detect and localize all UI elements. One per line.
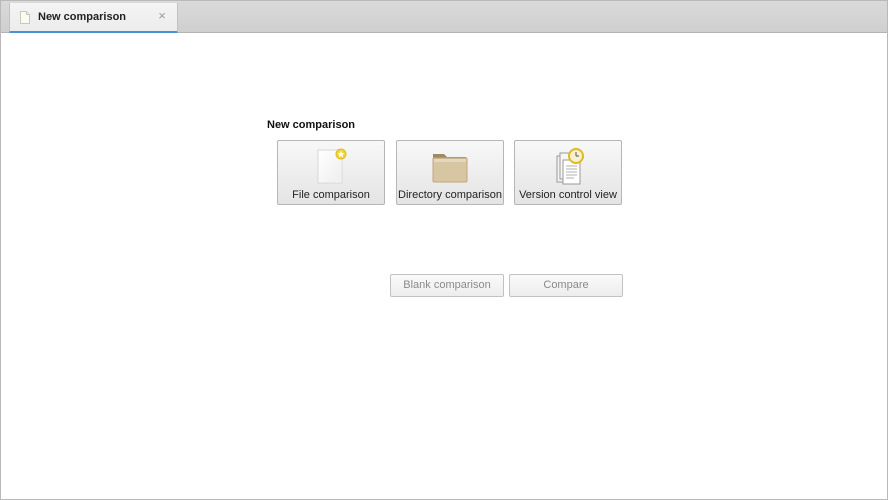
document-icon — [20, 11, 30, 24]
file-comparison-button[interactable]: File comparison — [277, 140, 385, 205]
new-file-icon — [317, 148, 347, 184]
section-title: New comparison — [267, 119, 356, 131]
tab-bar: New comparison × — [1, 1, 887, 33]
close-icon[interactable]: × — [155, 9, 169, 23]
file-comparison-label: File comparison — [292, 189, 370, 201]
compare-button[interactable]: Compare — [509, 274, 623, 297]
tab-new-comparison[interactable]: New comparison × — [9, 3, 178, 33]
version-control-view-button[interactable]: Version control view — [514, 140, 622, 205]
version-control-icon — [556, 148, 584, 185]
directory-comparison-label: Directory comparison — [398, 189, 502, 201]
app-window: New comparison × New comparison File com… — [0, 0, 888, 500]
blank-comparison-button[interactable]: Blank comparison — [390, 274, 504, 297]
version-control-view-label: Version control view — [519, 189, 617, 201]
tab-title: New comparison — [38, 11, 127, 23]
folder-icon — [432, 154, 468, 183]
directory-comparison-button[interactable]: Directory comparison — [396, 140, 504, 205]
